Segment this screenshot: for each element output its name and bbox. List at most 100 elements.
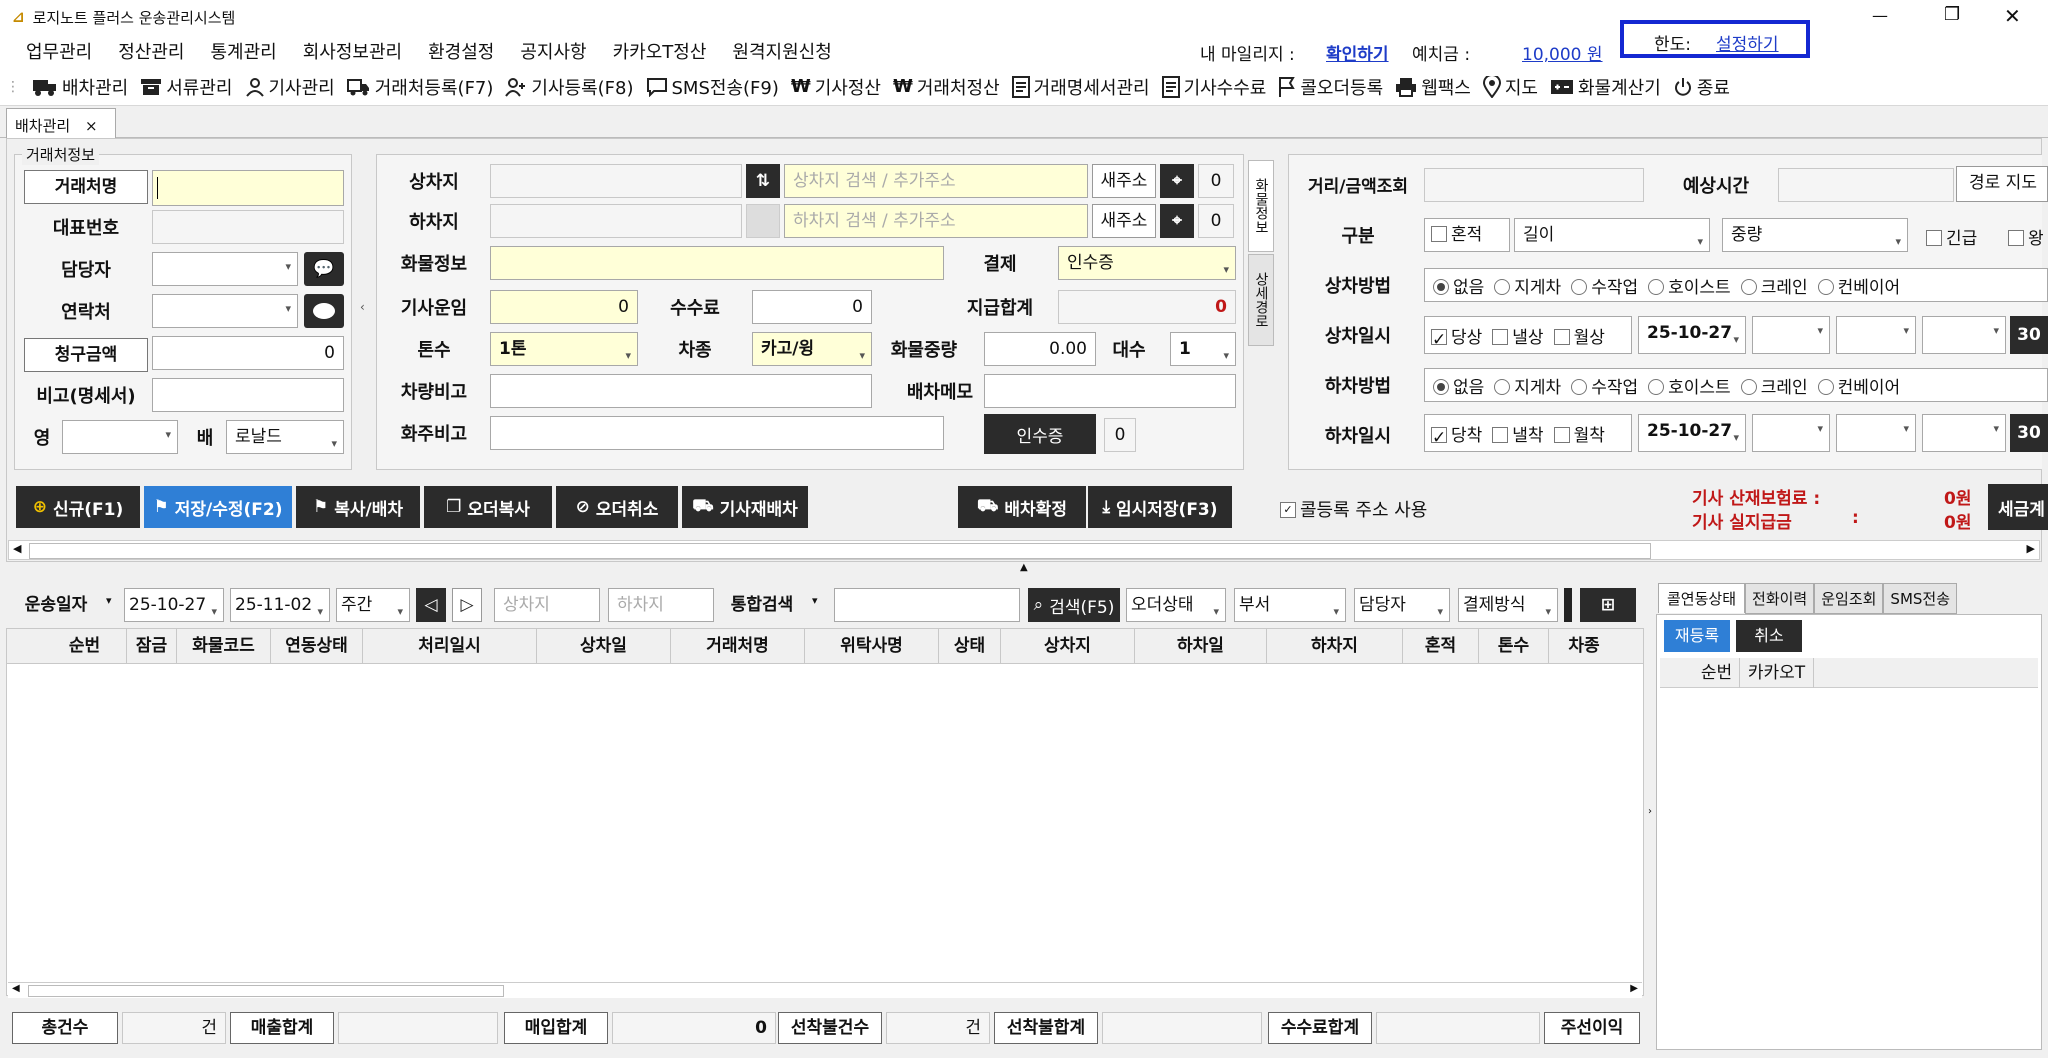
driver-fare-input[interactable]: 0 [490,290,638,324]
search-dropdown-icon[interactable]: ▾ [812,594,818,607]
scroll-right-icon[interactable]: ▶ [2027,542,2035,555]
prepaid-count-button[interactable]: 선착불건수 [778,1012,882,1044]
col-unload-date[interactable]: 하차일 [1135,629,1267,663]
side-tab-sms[interactable]: SMS전송 [1883,582,1958,614]
reregister-button[interactable]: 재등록 [1664,620,1730,652]
date-dropdown-icon[interactable]: ▾ [106,594,112,607]
col-ton[interactable]: 톤수 [1479,629,1549,663]
load-minute-select[interactable] [1836,316,1916,354]
load-today-checkbox[interactable]: ✓ 당상 [1431,323,1482,350]
profit-button[interactable]: 주선이익 [1544,1012,1640,1044]
unload-next-checkbox[interactable]: 낼착 [1492,421,1544,446]
order-copy-button[interactable]: ❐ 오더복사 [424,486,552,528]
limit-link[interactable]: 설정하기 [1716,30,1779,55]
copy-dispatch-button[interactable]: ⚑ 복사/배차 [296,486,420,528]
total-count-button[interactable]: 총건수 [12,1012,118,1044]
unload-method-none[interactable]: 없음 [1433,373,1484,398]
toolbar-dispatch[interactable]: 배차관리 [32,74,128,100]
ton-select[interactable]: 1톤 [490,332,638,366]
col-lock[interactable]: 잠금 [127,629,177,663]
col-cargo-code[interactable]: 화물코드 [177,629,271,663]
confirm-dispatch-button[interactable]: ⛟ 배차확정 [958,486,1086,528]
splitter-up-icon[interactable]: ▲ [1020,562,1028,573]
client-name-input[interactable] [152,170,344,206]
unload-method-hoist[interactable]: 호이스트 [1648,373,1731,398]
car-type-select[interactable]: 카고/윙 [752,332,872,366]
side-tab-call-history[interactable]: 전화이력 [1745,582,1815,614]
load-hour-select[interactable] [1752,316,1830,354]
col-consignor[interactable]: 위탁사명 [805,629,939,663]
unload-time-button[interactable]: 30 [2010,414,2048,452]
load-new-address-button[interactable]: 새주소 [1092,164,1156,198]
toolbar-drivers[interactable]: 기사관리 [245,74,335,100]
integrated-search-input[interactable] [834,588,1020,622]
period-select[interactable]: 주간 [336,588,410,622]
menu-kakao-t[interactable]: 카카오T정산 [613,38,707,64]
fee-total-button[interactable]: 수수료합계 [1268,1012,1372,1044]
payment-method-select[interactable]: 결제방식 [1458,588,1558,622]
redispatch-button[interactable]: ⛟ 기사재배차 [682,486,808,528]
grid-layout-button[interactable]: ⊞ [1580,588,1636,622]
menu-company-info[interactable]: 회사정보관리 [303,38,402,64]
col-load-date[interactable]: 상차일 [537,629,671,663]
swap-route-button[interactable]: ⇅ [746,164,780,198]
new-button[interactable]: ⊕ 신규(F1) [16,486,140,528]
load-method-conveyor[interactable]: 컨베이어 [1817,273,1900,298]
mileage-link[interactable]: 확인하기 [1326,40,1389,65]
unload-search-input[interactable]: 하차지 검색 / 추가주소 [784,204,1088,238]
toolbar-client-register[interactable]: 거래처등록(F7) [346,74,493,100]
col-mixed[interactable]: 혼적 [1403,629,1479,663]
col-client-name[interactable]: 거래처명 [671,629,805,663]
tab-dispatch[interactable]: 배차관리 × [6,108,116,138]
date-from-select[interactable]: 25-10-27 [124,588,224,622]
unload-new-address-button[interactable]: 새주소 [1092,204,1156,238]
memo-statement-input[interactable] [152,378,344,412]
toolbar-documents[interactable]: 서류관리 [140,74,233,100]
toolbar-driver-settlement[interactable]: ₩ 기사정산 [791,74,881,100]
urgent-checkbox[interactable]: 긴급 [1926,224,1977,249]
bae-select[interactable]: 로날드 [226,420,344,454]
order-grid[interactable] [6,628,1644,996]
grid-scroll-thumb[interactable] [28,985,504,997]
scroll-right-icon[interactable]: ▶ [1630,983,1638,994]
side-tab-fare-inquiry[interactable]: 운임조회 [1814,582,1884,614]
owner-memo-input[interactable] [490,416,944,450]
load-method-hoist[interactable]: 호이스트 [1648,273,1731,298]
form-hscroll[interactable]: ◀ ▶ [8,540,2040,560]
load-next-checkbox[interactable]: 낼상 [1492,323,1544,348]
call-address-checkbox[interactable]: ✓ 콜등록 주소 사용 [1280,496,1427,522]
unload-today-checkbox[interactable]: ✓ 당착 [1431,421,1482,448]
menu-notice[interactable]: 공지사항 [520,38,586,64]
side-tab-cargo-info[interactable]: 화물정보 [1248,160,1274,252]
scroll-left-icon[interactable]: ◀ [12,983,20,994]
col-seq[interactable]: 순번 [43,629,127,663]
minimize-button[interactable]: — [1872,6,1888,25]
unload-date-select[interactable]: 25-10-27 [1638,414,1746,452]
length-select[interactable]: 길이 [1514,218,1710,252]
close-button[interactable]: ✕ [2004,4,2021,28]
contact-talk-button[interactable] [304,294,344,328]
unload-method-crane[interactable]: 크레인 [1740,373,1808,398]
unload-method-conveyor[interactable]: 컨베이어 [1817,373,1900,398]
menu-remote-support[interactable]: 원격지원신청 [732,38,831,64]
manager-select[interactable] [152,252,298,286]
side-collapse-icon[interactable]: › [1648,806,1652,817]
mixed-checkbox[interactable]: 혼적 [1424,218,1510,252]
client-name-button[interactable]: 거래처명 [24,170,148,204]
side-tab-call-link[interactable]: 콜연동상태 [1658,583,1746,613]
unload-method-forklift[interactable]: 지게차 [1494,373,1561,398]
col-status[interactable]: 상태 [939,629,1001,663]
col-load-place[interactable]: 상차지 [1001,629,1135,663]
load-map-button[interactable]: ⌖ [1160,164,1194,198]
scroll-thumb[interactable] [29,543,1651,559]
fee-input[interactable]: 0 [752,290,872,324]
unload-hour-select[interactable] [1752,414,1830,452]
dispatch-memo-input[interactable] [984,374,1236,408]
tab-close-icon[interactable]: × [85,117,98,135]
load-method-crane[interactable]: 크레인 [1740,273,1808,298]
order-cancel-button[interactable]: ⊘ 오더취소 [556,486,678,528]
unload-minute-select[interactable] [1836,414,1916,452]
maximize-button[interactable]: ❐ [1944,4,1960,25]
unload-method-manual[interactable]: 수작업 [1571,373,1638,398]
toolbar-call-order[interactable]: 콜오더등록 [1278,74,1383,100]
